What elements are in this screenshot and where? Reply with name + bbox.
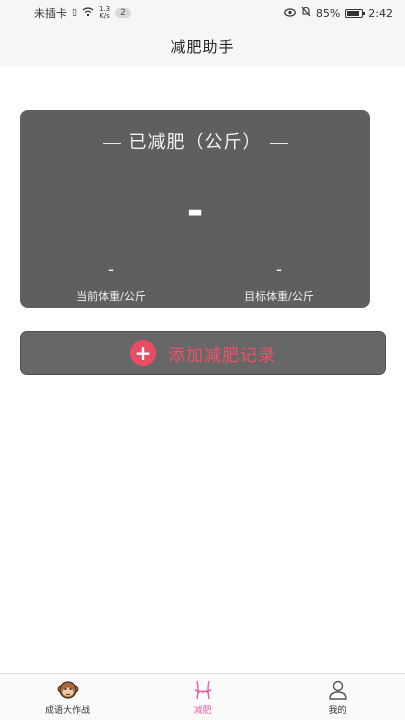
notification-badge: 2 bbox=[115, 8, 131, 18]
battery-percent: 85% bbox=[315, 6, 341, 20]
plus-icon: + bbox=[130, 340, 156, 366]
clock-time: 2:42 bbox=[368, 6, 393, 20]
target-weight-value: - bbox=[275, 259, 283, 280]
card-title: 已减肥（公斤） bbox=[128, 132, 262, 153]
status-right: 85% 2:42 bbox=[283, 6, 393, 20]
bottom-tab-bar: 成语大作战 减肥 我的 bbox=[0, 673, 405, 720]
tab-profile[interactable]: 我的 bbox=[270, 674, 405, 720]
waist-measure-icon bbox=[192, 679, 214, 701]
monkey-face-icon bbox=[57, 679, 79, 701]
title-left-dash bbox=[102, 142, 121, 144]
page-title: 减肥助手 bbox=[170, 37, 235, 56]
current-weight-label: 当前体重/公斤 bbox=[76, 290, 146, 303]
status-left: 未插卡 ▯ 1.3 K/s 2 bbox=[34, 5, 131, 21]
battery-fill bbox=[347, 10, 360, 16]
net-speed-unit: K/s bbox=[99, 12, 110, 20]
target-weight-label: 目标体重/公斤 bbox=[244, 290, 314, 303]
user-profile-icon bbox=[327, 679, 349, 701]
sim-icon: ▯ bbox=[72, 8, 77, 18]
battery-icon bbox=[345, 8, 366, 18]
weight-lost-value: - bbox=[186, 188, 204, 234]
current-weight-value: - bbox=[107, 259, 115, 280]
mute-bell-icon bbox=[301, 6, 311, 20]
tab-label-idiom-game: 成语大作战 bbox=[44, 705, 90, 716]
nav-bar: 减肥助手 bbox=[0, 26, 405, 66]
weight-stats-card: 已减肥（公斤） - - 当前体重/公斤 - 目标体重/公斤 bbox=[20, 110, 370, 308]
wifi-icon bbox=[82, 6, 94, 20]
tab-weight-loss[interactable]: 减肥 bbox=[135, 674, 270, 720]
tab-label-weight-loss: 减肥 bbox=[193, 705, 212, 716]
eye-icon bbox=[283, 7, 296, 20]
tab-label-profile: 我的 bbox=[328, 705, 347, 716]
target-weight-block: - 目标体重/公斤 bbox=[214, 252, 344, 304]
net-speed: 1.3 K/s bbox=[99, 6, 110, 20]
title-right-dash bbox=[269, 142, 288, 144]
carrier-text: 未插卡 bbox=[34, 7, 67, 20]
card-title-row: 已减肥（公斤） bbox=[20, 128, 370, 154]
add-record-button[interactable]: + 添加减肥记录 bbox=[20, 331, 386, 375]
status-bar: 未插卡 ▯ 1.3 K/s 2 85% 2:42 bbox=[0, 0, 405, 26]
tab-idiom-game[interactable]: 成语大作战 bbox=[0, 674, 135, 720]
current-weight-block: - 当前体重/公斤 bbox=[46, 252, 176, 304]
add-record-label: 添加减肥记录 bbox=[168, 345, 276, 366]
